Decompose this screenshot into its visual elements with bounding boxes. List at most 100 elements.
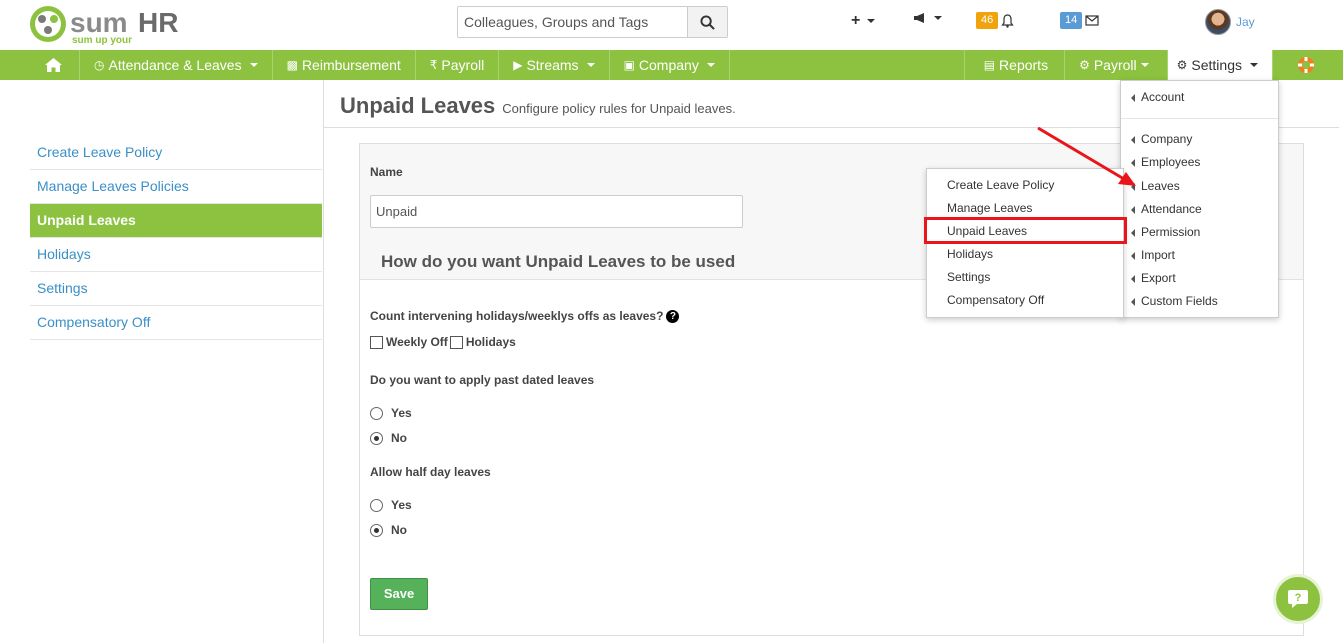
name-field[interactable] <box>370 195 743 228</box>
megaphone-icon <box>914 13 924 23</box>
home-icon <box>45 58 62 72</box>
submenu-item-manage-leaves[interactable]: Manage Leaves <box>927 197 1123 219</box>
menu-divider <box>1121 118 1278 119</box>
past-dated-yes-radio[interactable] <box>370 406 383 420</box>
settings-dropdown-menu: Account Company Employees Leaves Attenda… <box>1120 80 1279 318</box>
half-day-no-option[interactable]: No <box>370 523 407 537</box>
nav-help[interactable] <box>1272 50 1343 80</box>
sumhr-logo[interactable]: sum HR sum up your <box>28 4 198 46</box>
half-day-yes-option[interactable]: Yes <box>370 498 412 512</box>
menu-item-leaves[interactable]: Leaves <box>1121 175 1278 197</box>
menu-item-import[interactable]: Import <box>1121 244 1278 266</box>
submenu-item-compensatory-off[interactable]: Compensatory Off <box>927 289 1123 311</box>
chat-support-button[interactable]: ? <box>1273 574 1323 624</box>
nav-attendance-leaves[interactable]: ◷ Attendance & Leaves <box>80 50 273 80</box>
announcements-button[interactable] <box>913 12 942 24</box>
svg-text:sum up your: sum up your <box>72 35 132 46</box>
messages-badge: 14 <box>1060 12 1083 29</box>
submenu-item-settings[interactable]: Settings <box>927 266 1123 288</box>
clock-icon: ◷ <box>94 58 105 72</box>
half-day-no-radio[interactable] <box>370 523 383 537</box>
menu-item-employees[interactable]: Employees <box>1121 151 1278 173</box>
search-input[interactable] <box>458 7 687 37</box>
holidays-label: Holidays <box>465 335 516 349</box>
count-holidays-question: Count intervening holidays/weeklys offs … <box>370 309 680 324</box>
sidebar-item-unpaid-leaves[interactable]: Unpaid Leaves <box>30 204 322 238</box>
nav-reports[interactable]: ▤ Reports <box>963 50 1064 80</box>
sidebar-item-settings[interactable]: Settings <box>30 272 322 306</box>
sidebar-item-compensatory-off[interactable]: Compensatory Off <box>30 306 322 340</box>
past-dated-no-radio[interactable] <box>370 431 383 445</box>
weekly-off-checkbox[interactable] <box>370 335 383 349</box>
nav-home[interactable] <box>0 50 80 80</box>
past-dated-question: Do you want to apply past dated leaves <box>370 373 595 387</box>
avatar <box>1205 9 1231 35</box>
count-holidays-options: Weekly Off Holidays <box>370 335 516 349</box>
menu-item-export[interactable]: Export <box>1121 267 1278 289</box>
menu-item-custom-fields[interactable]: Custom Fields <box>1121 290 1278 312</box>
past-dated-no-option[interactable]: No <box>370 431 407 445</box>
menu-item-permission[interactable]: Permission <box>1121 221 1278 243</box>
leaves-sidebar: Create Leave Policy Manage Leaves Polici… <box>30 136 322 340</box>
half-day-no-label: No <box>391 523 407 537</box>
name-label: Name <box>370 165 403 179</box>
save-button[interactable]: Save <box>370 578 428 610</box>
chevron-down-icon <box>706 63 715 67</box>
sidebar-item-holidays[interactable]: Holidays <box>30 238 322 272</box>
chevron-down-icon <box>1140 63 1149 67</box>
plus-icon: + <box>851 12 861 29</box>
count-holidays-label: Count intervening holidays/weeklys offs … <box>370 309 664 323</box>
nav-settings-label: Settings <box>1191 57 1242 73</box>
nav-company-label: Company <box>638 57 699 73</box>
bell-icon <box>1001 13 1014 28</box>
search-icon <box>700 14 715 30</box>
menu-item-account[interactable]: Account <box>1121 86 1278 108</box>
submenu-item-holidays[interactable]: Holidays <box>927 243 1123 265</box>
section-heading: How do you want Unpaid Leaves to be used <box>381 252 736 271</box>
add-menu-button[interactable]: + <box>851 12 876 30</box>
weekly-off-label: Weekly Off <box>386 335 448 349</box>
svg-text:HR: HR <box>138 7 178 38</box>
page-header: Unpaid Leaves Configure policy rules for… <box>340 93 736 119</box>
user-name: Jay <box>1236 15 1255 29</box>
nav-reimbursement[interactable]: ▩ Reimbursement <box>273 50 416 80</box>
sidebar-item-manage-leaves-policies[interactable]: Manage Leaves Policies <box>30 170 322 204</box>
nav-reports-label: Reports <box>999 57 1049 73</box>
gear-icon: ⚙ <box>1176 58 1188 72</box>
nav-payroll-settings[interactable]: ⚙ Payroll <box>1064 50 1167 80</box>
chevron-down-icon <box>586 63 595 67</box>
half-day-yes-radio[interactable] <box>370 498 383 512</box>
envelope-icon <box>1085 15 1099 26</box>
search-button[interactable] <box>687 7 727 37</box>
nav-settings[interactable]: ⚙ Settings <box>1166 50 1272 80</box>
page-title: Unpaid Leaves <box>340 93 496 118</box>
past-dated-yes-label: Yes <box>391 406 412 420</box>
nav-payroll[interactable]: ₹ Payroll <box>416 50 500 80</box>
notifications-button[interactable]: 46 <box>976 12 1014 29</box>
main-navbar: ◷ Attendance & Leaves ▩ Reimbursement ₹ … <box>0 50 1343 80</box>
help-icon[interactable]: ? <box>666 310 680 324</box>
nav-reimbursement-label: Reimbursement <box>301 57 401 73</box>
nav-attendance-label: Attendance & Leaves <box>108 57 242 73</box>
sidebar-item-create-leave-policy[interactable]: Create Leave Policy <box>30 136 322 170</box>
svg-text:sum: sum <box>70 7 128 38</box>
lifebuoy-icon <box>1298 57 1314 73</box>
menu-item-company[interactable]: Company <box>1121 128 1278 150</box>
nav-right-group: ▤ Reports ⚙ Payroll ⚙ Settings <box>963 50 1343 80</box>
nav-company[interactable]: ▣ Company <box>610 50 730 80</box>
chevron-down-icon <box>934 16 942 20</box>
building-icon: ▣ <box>623 58 635 72</box>
annotation-highlight-box <box>924 217 1127 244</box>
half-day-yes-label: Yes <box>391 498 412 512</box>
chat-bubble-icon: ? <box>1288 590 1308 608</box>
half-day-question: Allow half day leaves <box>370 465 491 479</box>
menu-item-attendance[interactable]: Attendance <box>1121 198 1278 220</box>
holidays-checkbox[interactable] <box>449 335 463 349</box>
annotation-arrow-icon <box>1037 126 1136 186</box>
nav-streams[interactable]: ▶ Streams <box>499 50 610 80</box>
messages-button[interactable]: 14 <box>1060 12 1099 29</box>
past-dated-yes-option[interactable]: Yes <box>370 406 412 420</box>
user-profile[interactable]: Jay <box>1205 9 1255 35</box>
megaphone-icon: ▶ <box>513 58 523 72</box>
rupee-icon: ₹ <box>429 58 438 72</box>
